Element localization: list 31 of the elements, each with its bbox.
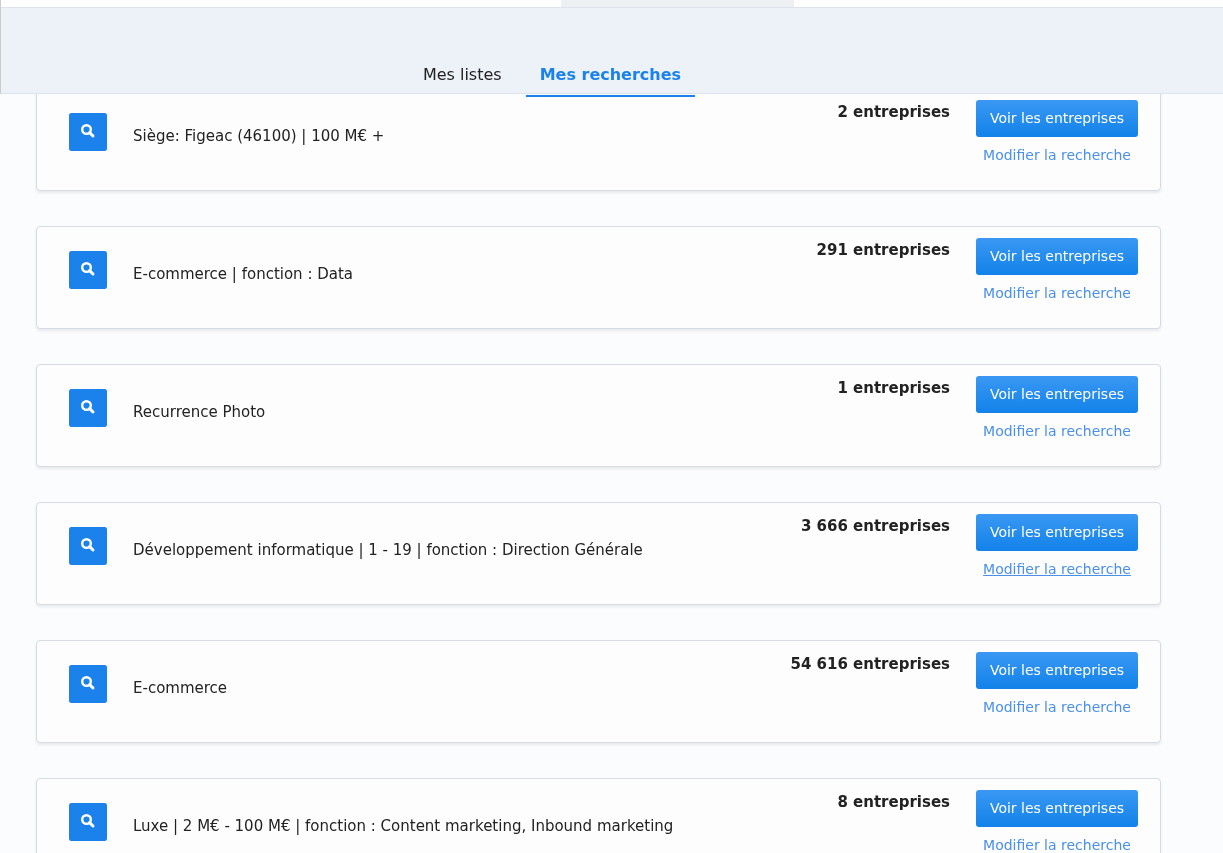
view-companies-button[interactable]: Voir les entreprises — [976, 238, 1138, 275]
search-icon — [69, 803, 107, 841]
search-icon — [69, 113, 107, 151]
view-companies-button[interactable]: Voir les entreprises — [976, 100, 1138, 137]
edit-search-link[interactable]: Modifier la recherche — [983, 283, 1131, 304]
edit-search-link[interactable]: Modifier la recherche — [983, 421, 1131, 442]
edit-search-link[interactable]: Modifier la recherche — [983, 145, 1131, 166]
company-count: 1 entreprises — [837, 378, 950, 399]
search-icon — [69, 527, 107, 565]
view-companies-button[interactable]: Voir les entreprises — [976, 652, 1138, 689]
search-description: Luxe | 2 M€ - 100 M€ | fonction : Content marketing, Inbound marketing — [133, 816, 675, 837]
company-count: 291 entreprises — [816, 240, 950, 261]
company-count: 8 entreprises — [837, 792, 950, 813]
view-companies-button[interactable]: Voir les entreprises — [976, 376, 1138, 413]
company-count: 3 666 entreprises — [800, 516, 950, 537]
edit-search-link[interactable]: Modifier la recherche — [983, 835, 1131, 853]
company-count: 2 entreprises — [837, 102, 950, 123]
view-companies-button[interactable]: Voir les entreprises — [976, 790, 1138, 827]
edit-search-link[interactable]: Modifier la recherche — [983, 697, 1131, 718]
company-count: 54 616 entreprises — [790, 654, 950, 675]
search-description: Recurrence Photo — [133, 402, 267, 423]
edit-search-link[interactable]: Modifier la recherche — [983, 559, 1131, 580]
search-description: E-commerce | fonction : Data — [133, 264, 355, 285]
search-description: Siège: Figeac (46100) | 100 M€ + — [133, 126, 386, 147]
tab[interactable]: Mes listes — [408, 60, 516, 97]
search-description: Développement informatique | 1 - 19 | fonction : Direction Générale — [133, 540, 644, 561]
search-description: E-commerce — [133, 678, 229, 699]
search-icon — [69, 665, 107, 703]
search-icon — [69, 251, 107, 289]
search-icon — [69, 389, 107, 427]
view-companies-button[interactable]: Voir les entreprises — [976, 514, 1138, 551]
